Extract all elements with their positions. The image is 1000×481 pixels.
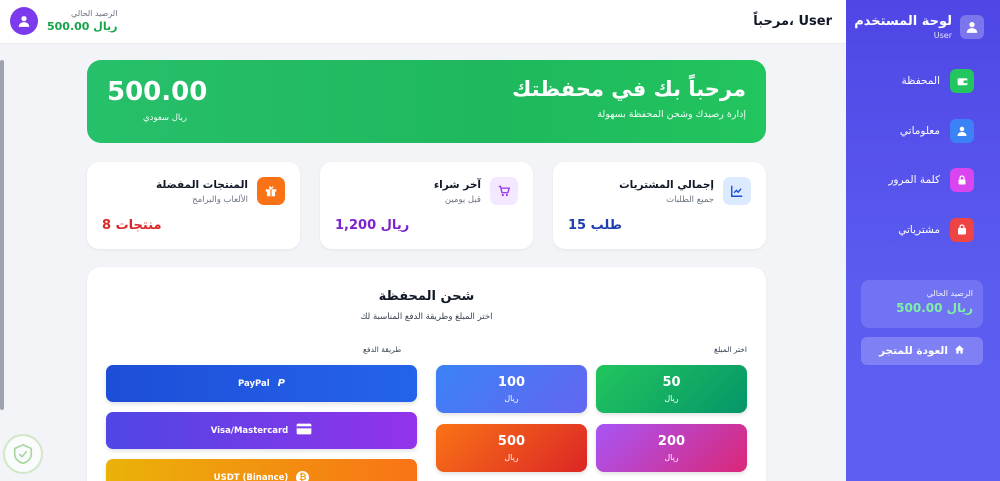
stat-title: إجمالي المشتريات [619,179,714,191]
payment-section-label: طريقة الدفع [363,345,402,354]
sidebar-title: لوحة المستخدم [854,14,952,29]
stat-title: المنتجات المفضلة [155,179,248,191]
payment-label: Visa/Mastercard [210,425,289,436]
sidebar-item-label: المحفظة [901,75,940,87]
amount-currency: ريال [504,453,519,462]
payment-usdt-button[interactable]: USDT (Binance) ₿ [106,459,417,481]
amount-option-100[interactable]: 100 ريال [436,365,587,413]
bitcoin-icon: ₿ [296,471,310,481]
user-icon [960,15,984,39]
topbar-balance-label: الرصيد الحالي [71,9,118,18]
bag-icon [950,218,974,242]
sidebar-item-password[interactable]: كلمة المرور [888,168,974,192]
payment-paypal-button[interactable]: PayPal P [106,365,417,402]
amount-option-500[interactable]: 500 ريال [436,424,587,472]
topbar-balance-value: 500.00 ريال [47,20,118,33]
stat-subtitle: قبل يومين [444,195,481,205]
scrollbar[interactable] [0,60,4,410]
amount-currency: ريال [664,453,679,462]
amount-option-200[interactable]: 200 ريال [596,424,747,472]
chart-icon [723,177,751,205]
amount-value: 500 [497,434,526,449]
amount-value: 100 [497,375,526,390]
topbar-balance: الرصيد الحالي 500.00 ريال [47,9,117,33]
charge-title: شحن المحفظة [378,289,475,304]
welcome-subtitle: إدارة رصيدك وشحن المحفظة بسهولة [597,109,746,120]
charge-wallet-panel: شحن المحفظة اختر المبلغ وطريقة الدفع الم… [87,267,766,481]
credit-card-icon [296,423,312,438]
greeting-title: مرحباً، User [753,14,832,29]
stat-subtitle: جميع الطلبات [666,195,714,205]
stat-card-last-purchase: آخر شراء قبل يومين 1,200 ريال [320,162,533,249]
stat-card-favorite-products: المنتجات المفضلة الألعاب والبرامج 8 منتج… [87,162,300,249]
wallet-amount: 500.00 [107,77,208,107]
payment-card-button[interactable]: Visa/Mastercard [106,412,417,449]
amount-currency: ريال [504,394,519,403]
wallet-currency: ريال سعودي [143,113,187,123]
stat-title: آخر شراء [433,179,481,191]
charge-subtitle: اختر المبلغ وطريقة الدفع المناسبة لك [360,312,493,322]
amount-currency: ريال [664,394,679,403]
user-icon [950,119,974,143]
stat-card-total-purchases: إجمالي المشتريات جميع الطلبات 15 طلب [553,162,766,249]
amount-option-50[interactable]: 50 ريال [596,365,747,413]
welcome-banner: مرحباً بك في محفظتك إدارة رصيدك وشحن الم… [87,60,766,143]
paypal-icon: P [277,378,285,389]
welcome-title: مرحباً بك في محفظتك [512,77,746,101]
sidebar-item-purchases[interactable]: مشترياتي [898,218,974,242]
sidebar-item-label: كلمة المرور [888,174,940,186]
sidebar-item-profile[interactable]: معلوماتي [900,119,974,143]
lock-icon [950,168,974,192]
payment-label: PayPal [237,378,270,389]
payment-label: USDT (Binance) [213,472,289,481]
gift-icon [257,177,285,205]
sidebar-item-label: مشترياتي [898,224,940,236]
sidebar-subtitle: User [933,31,952,40]
cart-icon [490,177,518,205]
home-icon [954,344,965,358]
topbar-user[interactable]: الرصيد الحالي 500.00 ريال [10,7,117,35]
watermark-logo [3,434,43,474]
user-avatar-icon[interactable] [10,7,38,35]
top-bar: مرحباً، User الرصيد الحالي 500.00 ريال [0,0,846,44]
wallet-icon [950,69,974,93]
back-to-store-label: العودة للمتجر [879,345,948,357]
stat-value: 15 طلب [568,218,622,233]
sidebar-balance-box: الرصيد الحالي 500.00 ريال [861,280,983,328]
stat-value: 8 منتجات [102,218,162,233]
sidebar-brand: لوحة المستخدم User [854,14,984,40]
amount-value: 50 [662,375,681,390]
sidebar-balance-value: 500.00 ريال [896,301,973,315]
stat-value: 1,200 ريال [335,218,410,233]
amount-value: 200 [657,434,686,449]
sidebar: لوحة المستخدم User المحفظة معلوماتي كلمة… [846,0,1000,481]
sidebar-balance-label: الرصيد الحالي [926,289,973,298]
back-to-store-button[interactable]: العودة للمتجر [861,337,983,365]
stat-subtitle: الألعاب والبرامج [192,195,248,205]
sidebar-item-wallet[interactable]: المحفظة [901,69,974,93]
amount-section-label: اختر المبلغ [714,345,747,354]
sidebar-item-label: معلوماتي [899,125,940,137]
